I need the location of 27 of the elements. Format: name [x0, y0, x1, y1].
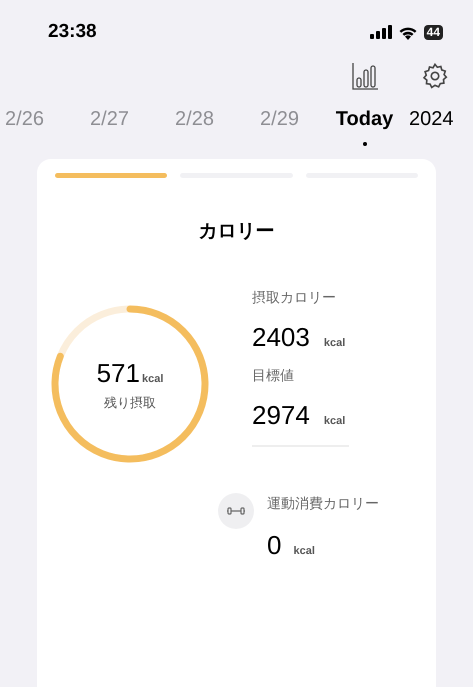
remaining-value: 571	[96, 357, 140, 390]
settings-icon[interactable]	[421, 62, 449, 90]
unit-label: kcal	[142, 372, 164, 388]
date-tab[interactable]: 2/29	[237, 104, 322, 146]
signal-icon	[370, 25, 392, 39]
stat-value: 2974	[252, 398, 310, 432]
unit-label: kcal	[324, 414, 346, 428]
dumbbell-icon	[218, 492, 254, 528]
date-tab[interactable]: 2/26	[0, 104, 67, 146]
stat-label: 摂取カロリー	[252, 288, 337, 306]
remaining-caption: 残り摂取	[104, 394, 156, 412]
bar-chart-icon[interactable]	[351, 62, 379, 90]
date-tab[interactable]: Today	[322, 104, 407, 146]
card-title: カロリー	[198, 220, 276, 244]
date-tab[interactable]: 2/27	[67, 104, 152, 146]
status-time: 23:38	[48, 20, 97, 44]
year-label: 2024	[409, 107, 454, 132]
exercise-label: 運動消費カロリー	[267, 494, 379, 512]
date-tab[interactable]: 2/28	[152, 104, 237, 146]
stat-label: 目標値	[252, 366, 295, 384]
unit-label: kcal	[324, 336, 346, 350]
exercise-value: 0	[267, 528, 282, 562]
page-indicator[interactable]	[55, 173, 168, 178]
battery-level: 44	[424, 24, 443, 40]
wifi-icon	[398, 24, 418, 40]
stat-value: 2403	[252, 320, 310, 354]
unit-label: kcal	[293, 544, 315, 558]
